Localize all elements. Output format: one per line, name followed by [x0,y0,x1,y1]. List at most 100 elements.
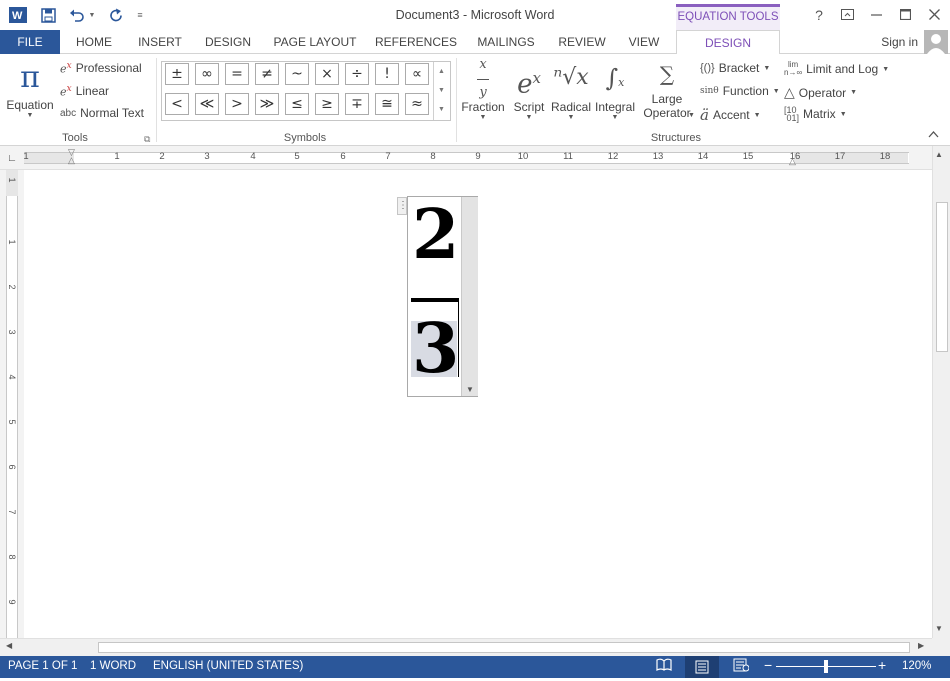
scroll-up-icon[interactable]: ▲ [935,150,943,159]
zoom-in-icon[interactable]: + [878,657,886,673]
symbol-much-greater-than[interactable]: ≫ [255,93,279,115]
more-icon[interactable]: ▼ [434,100,449,119]
language-status[interactable]: ENGLISH (UNITED STATES) [153,660,303,672]
word-count-status[interactable]: 1 WORD [90,660,136,672]
fraction-denominator[interactable]: 3 [412,309,459,389]
zoom-slider-thumb[interactable] [824,660,828,673]
tab-review[interactable]: REVIEW [552,30,612,54]
symbol-minus-plus[interactable]: ∓ [345,93,369,115]
radical-button[interactable]: ⁿ√x Radical ▼ [550,56,592,121]
symbol-equal[interactable]: = [225,63,249,85]
symbol-congruent[interactable]: ≅ [375,93,399,115]
ruler-number: 14 [697,151,709,162]
tab-references[interactable]: REFERENCES [372,30,460,54]
symbol-plus-minus[interactable]: ± [165,63,189,85]
equation-button[interactable]: π Equation ▼ [4,58,56,119]
bracket-button[interactable]: {()} Bracket ▼ [700,61,770,75]
function-icon: sinθ [700,86,719,96]
equation-container[interactable]: ⋮ ▼ 2 3 [397,195,478,397]
chevron-up-icon[interactable]: ▲ [434,62,449,81]
symbol-greater-than[interactable]: > [225,93,249,115]
tab-equation-design[interactable]: DESIGN [676,30,780,55]
chevron-down-icon[interactable]: ▼ [434,81,449,100]
operator-button[interactable]: △ Operator ▼ [784,84,857,101]
matrix-button[interactable]: [10 01] Matrix ▼ [784,106,847,123]
maximize-icon[interactable] [890,2,920,28]
symbol-much-less-than[interactable]: ≪ [195,93,219,115]
symbol-proportional[interactable]: ∝ [405,63,429,85]
matrix-label: Matrix [803,107,836,121]
symbol-not-equal[interactable]: ≠ [255,63,279,85]
symbol-greater-equal[interactable]: ≥ [315,93,339,115]
bracket-label: Bracket [718,61,760,75]
fraction-button[interactable]: xy Fraction ▼ [460,56,506,122]
large-operator-button[interactable]: ∑ Large Operator [638,56,696,120]
tab-design[interactable]: DESIGN [198,30,258,54]
tools-dialog-launcher-icon[interactable]: ⧉ [144,134,150,145]
tab-selector-icon[interactable]: ∟ [6,153,18,165]
scroll-right-icon[interactable]: ▶ [918,641,924,650]
symbol-factorial[interactable]: ! [375,63,399,85]
limit-and-log-button[interactable]: lim n→∞ Limit and Log ▼ [784,61,889,77]
script-button[interactable]: ex Script ▼ [508,56,550,121]
ruler-number: 1 [7,177,17,183]
ribbon-display-options-icon[interactable] [832,2,862,28]
zoom-out-icon[interactable]: − [764,657,772,673]
ruler-number: 4 [7,374,17,380]
sign-in-link[interactable]: Sign in [881,30,918,54]
minimize-icon[interactable] [861,2,891,28]
function-button[interactable]: sinθ Function ▼ [700,84,780,98]
right-indent-marker-icon[interactable]: △ [789,156,796,167]
scroll-left-icon[interactable]: ◀ [6,641,12,650]
web-layout-icon[interactable] [733,658,750,675]
indent-marker-icon[interactable]: ▽ △ [68,148,75,165]
scrollbar-thumb[interactable] [98,642,910,653]
close-icon[interactable] [919,2,949,28]
equation-handle-icon[interactable]: ⋮ [397,197,408,215]
help-button[interactable]: ? [804,2,834,28]
read-mode-icon[interactable] [656,658,672,675]
fraction-numerator[interactable]: 2 [412,195,459,275]
ruler-number: 1 [7,239,17,245]
symbols-gallery-scroller[interactable]: ▲ ▼ ▼ [433,62,449,120]
ruler-number: 3 [204,151,210,162]
avatar[interactable] [924,30,948,54]
scrollbar-thumb[interactable] [936,202,948,352]
equation-options-bar[interactable]: ▼ [461,197,478,396]
chevron-down-icon[interactable]: ▼ [688,112,695,119]
symbol-infinity[interactable]: ∞ [195,63,219,85]
professional-button[interactable]: ex Professional [60,60,142,76]
normal-text-button[interactable]: abc Normal Text [60,106,144,120]
accent-icon: ä [700,106,709,124]
equation-options-dropdown-icon[interactable]: ▼ [462,385,478,394]
chevron-down-icon: ▼ [567,114,575,121]
symbol-less-equal[interactable]: ≤ [285,93,309,115]
tab-page-layout[interactable]: PAGE LAYOUT [268,30,362,54]
symbol-less-than[interactable]: < [165,93,189,115]
linear-button[interactable]: ex Linear [60,83,109,99]
symbol-divide[interactable]: ÷ [345,63,369,85]
symbol-times[interactable]: × [315,63,339,85]
collapse-ribbon-icon[interactable] [928,130,939,141]
tab-mailings[interactable]: MAILINGS [470,30,542,54]
integral-button[interactable]: ∫x Integral ▼ [592,56,638,121]
ruler-number: 11 [563,151,573,162]
ruler-number: 5 [294,151,300,162]
symbol-approx[interactable]: ≈ [405,93,429,115]
document-canvas[interactable]: ⋮ ▼ 2 3 [24,170,932,638]
page-count-status[interactable]: PAGE 1 OF 1 [8,660,77,672]
tab-home[interactable]: HOME [66,30,122,54]
tab-view[interactable]: VIEW [620,30,668,54]
vertical-scrollbar[interactable]: ▲ ▼ [932,146,950,638]
ruler-number: 2 [159,151,165,162]
tab-insert[interactable]: INSERT [130,30,190,54]
symbol-tilde[interactable]: ~ [285,63,309,85]
accent-button[interactable]: ä Accent ▼ [700,106,761,124]
summation-icon: ∑ [659,62,675,86]
zoom-level[interactable]: 120% [902,660,931,672]
horizontal-scrollbar[interactable]: ◀ ▶ [0,638,932,656]
ruler-number: 1 [23,151,29,162]
tab-file[interactable]: FILE [0,30,60,54]
print-layout-icon[interactable] [685,656,719,678]
scroll-down-icon[interactable]: ▼ [935,624,943,633]
